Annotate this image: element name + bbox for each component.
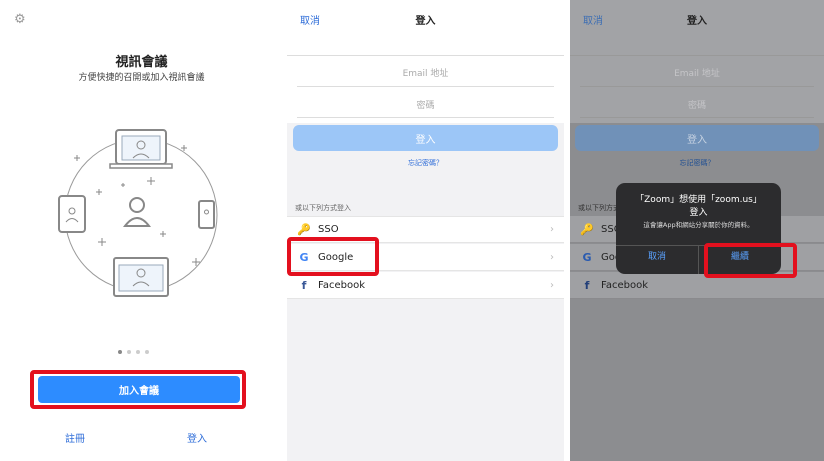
register-link[interactable]: 註冊	[65, 430, 85, 445]
nav-title: 登入	[415, 16, 436, 27]
option-label: Facebook	[318, 279, 365, 291]
highlight-box	[30, 370, 246, 409]
divider	[287, 55, 564, 56]
facebook-login-option[interactable]: f Facebook ›	[287, 272, 564, 299]
chevron-right-icon: ›	[550, 224, 554, 235]
page-dot	[136, 350, 140, 354]
key-icon: 🔑	[297, 223, 311, 236]
divider	[570, 55, 824, 56]
chevron-right-icon: ›	[550, 279, 554, 291]
divider	[297, 117, 554, 118]
page-subtitle: 方便快捷的召開或加入視訊會議	[78, 73, 205, 83]
dialog-title-line2: 登入	[689, 208, 708, 218]
login-button[interactable]: 登入	[293, 125, 558, 151]
page-title: 視訊會議	[115, 55, 168, 70]
divider	[580, 86, 814, 87]
login-permission-screen: 取消 登入 Email 地址 密碼 登入 忘記密碼？ 或以下列方式 🔑 SSO …	[570, 0, 824, 461]
or-login-with-label: 或以下列方式登入	[295, 204, 351, 212]
login-link[interactable]: 登入	[187, 430, 207, 445]
key-icon: 🔑	[580, 222, 594, 236]
email-field[interactable]: Email 地址	[287, 66, 564, 79]
page-indicator	[118, 350, 149, 354]
page-dot	[127, 350, 131, 354]
video-meeting-illustration-icon	[58, 129, 218, 297]
login-screen: 取消 登入 Email 地址 密碼 登入 忘記密碼？ 或以下列方式登入 🔑 SS…	[287, 0, 564, 461]
divider	[297, 86, 554, 87]
forgot-password-link[interactable]: 忘記密碼？	[287, 158, 564, 168]
password-field[interactable]: 密碼	[287, 98, 564, 111]
login-button[interactable]: 登入	[575, 125, 819, 151]
page-dot-active	[118, 350, 122, 354]
option-label: Facebook	[601, 279, 648, 291]
page-dot	[145, 350, 149, 354]
divider	[580, 117, 814, 118]
dialog-cancel-button[interactable]: 取消	[616, 249, 698, 262]
highlight-box	[287, 237, 379, 276]
facebook-icon: f	[301, 278, 307, 292]
google-icon: G	[582, 250, 592, 264]
password-field[interactable]: 密碼	[570, 98, 824, 111]
chevron-right-icon: ›	[550, 251, 554, 263]
forgot-password-link[interactable]: 忘記密碼？	[570, 158, 824, 168]
gear-icon[interactable]: ⚙	[14, 13, 28, 27]
facebook-icon: f	[584, 278, 590, 292]
welcome-screen: ⚙ 視訊會議 方便快捷的召開或加入視訊會議 加入會議 註冊 登入	[0, 0, 283, 461]
highlight-box	[704, 243, 797, 278]
dialog-title: 「Zoom」想使用「zoom.us」	[635, 195, 762, 205]
dialog-message: 這會讓App和網站分享關於你的資料。	[643, 221, 754, 229]
nav-title: 登入	[687, 16, 707, 27]
email-field[interactable]: Email 地址	[570, 66, 824, 79]
option-label: SSO	[318, 224, 339, 235]
or-login-with-label: 或以下列方式	[578, 204, 620, 212]
